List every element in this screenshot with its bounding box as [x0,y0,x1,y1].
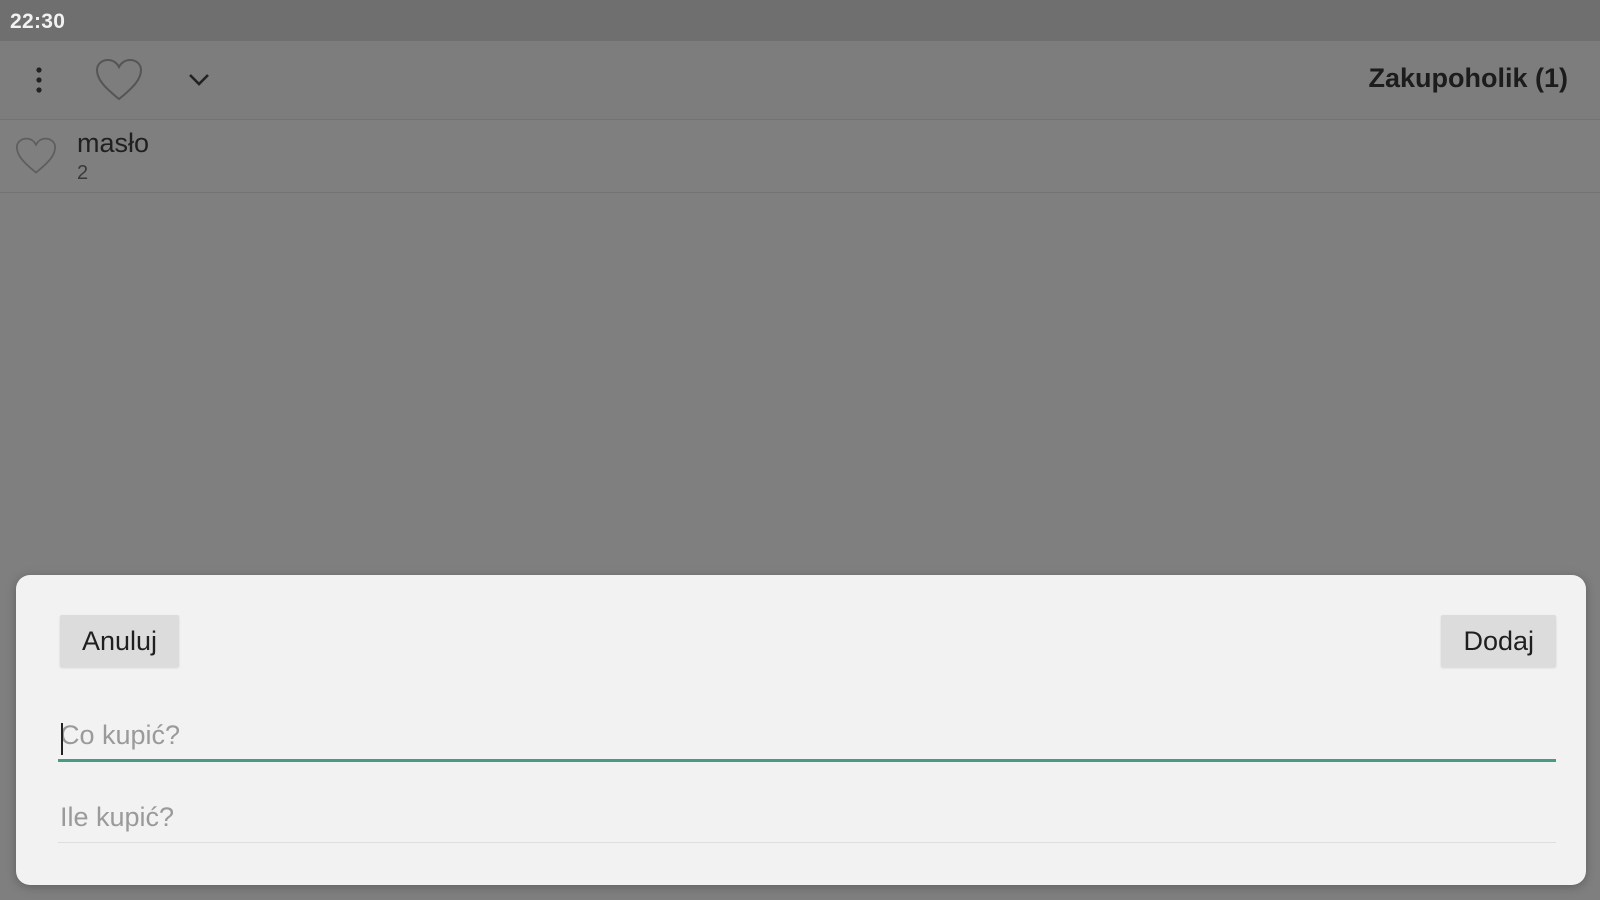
status-bar: 22:30 [0,0,1600,41]
add-item-dialog: Anuluj Dodaj [16,575,1586,885]
heart-outline-icon[interactable] [14,136,58,181]
what-to-buy-input[interactable] [58,712,1556,762]
list-item[interactable]: masło 2 [0,120,1600,193]
status-time: 22:30 [10,10,66,33]
heart-outline-icon[interactable] [94,55,144,105]
app-bar: Zakupoholik (1) [0,41,1600,120]
cancel-button[interactable]: Anuluj [60,615,180,667]
item-name: masło [77,128,150,158]
item-quantity: 2 [77,162,89,184]
chevron-down-icon[interactable] [184,65,214,95]
how-many-input[interactable] [58,793,1556,843]
app-title: Zakupoholik (1) [1368,63,1568,93]
more-vert-icon[interactable] [22,59,56,101]
add-button[interactable]: Dodaj [1441,615,1556,667]
text-cursor [61,723,63,755]
